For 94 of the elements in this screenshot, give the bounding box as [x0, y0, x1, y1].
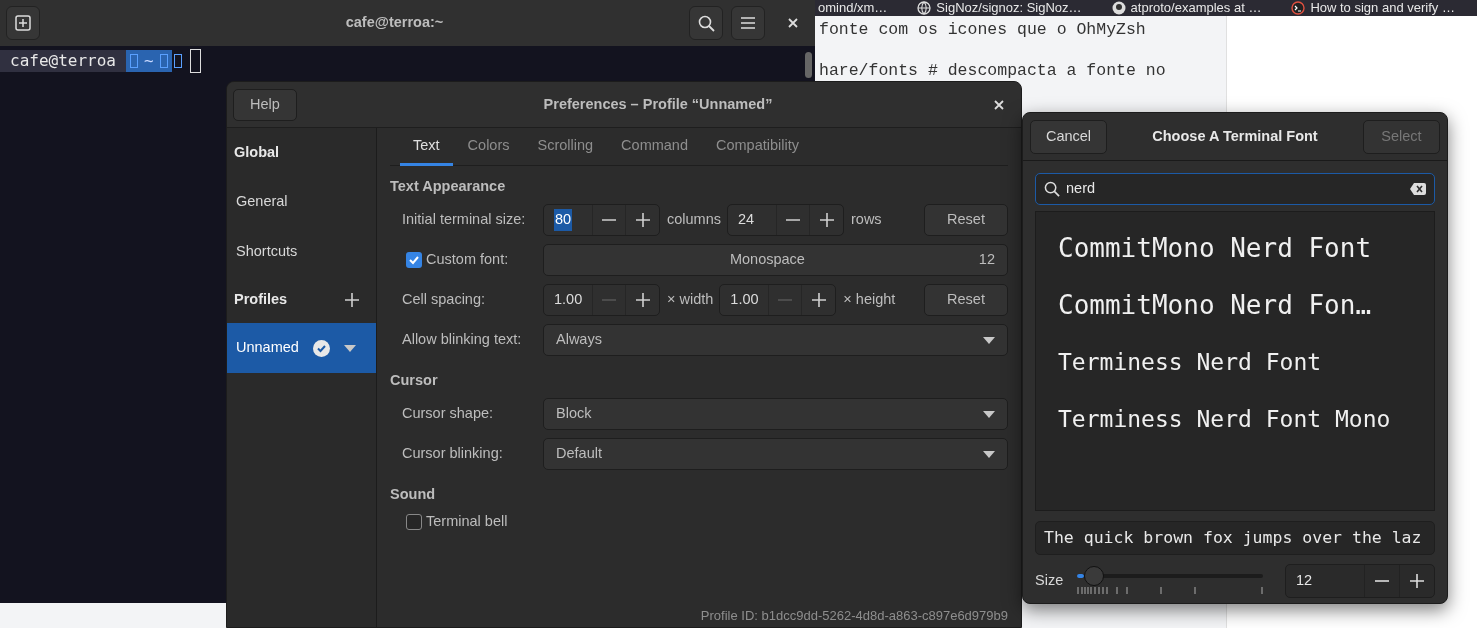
reset-button[interactable]: Reset	[924, 204, 1008, 236]
missing-glyph-icon	[159, 54, 168, 68]
minus-icon	[1374, 580, 1390, 582]
preview-field[interactable]: The quick brown fox jumps over the laz	[1035, 521, 1435, 555]
sidebar-item[interactable]: General	[227, 177, 376, 227]
menu-button[interactable]	[731, 6, 765, 40]
menu-icon	[740, 16, 756, 30]
missing-glyph-icon	[173, 54, 182, 68]
plus-icon	[634, 292, 651, 308]
spin-field[interactable]: 1.00	[719, 284, 837, 316]
section-heading: Text Appearance	[390, 177, 507, 197]
spin-value: 1.00	[554, 290, 583, 310]
spin-value: 1.00	[730, 290, 759, 310]
dropdown[interactable]: Always	[543, 324, 1008, 356]
dropdown[interactable]: Default	[543, 438, 1008, 470]
tab[interactable]: Compatibility	[703, 128, 812, 166]
field-label: Terminal bell	[426, 512, 508, 532]
field-label: Cell spacing:	[402, 291, 485, 308]
section-heading: Sound	[390, 485, 437, 505]
close-icon	[994, 99, 1004, 110]
missing-glyph-icon	[129, 54, 138, 68]
browser-tab[interactable]: How to sign and verify …	[1291, 1, 1455, 15]
unit-label: rows	[851, 210, 882, 230]
profile-item[interactable]: Unnamed	[227, 323, 376, 373]
plus-icon	[634, 212, 651, 228]
unit-label: × height	[843, 290, 896, 310]
tab[interactable]: Colors	[454, 128, 523, 166]
prompt-path: ~	[143, 50, 154, 72]
dropdown[interactable]: Block	[543, 398, 1008, 430]
font-list-item[interactable]: Terminess Nerd Font	[1036, 334, 1434, 391]
sidebar-heading: Global	[233, 143, 281, 163]
close-icon	[788, 18, 798, 28]
slider-thumb[interactable]	[1083, 566, 1104, 586]
checkbox[interactable]	[406, 252, 422, 268]
minus-icon	[601, 219, 617, 221]
code-line: hare/fonts # descompacta a fonte no	[819, 63, 1166, 79]
unit-label: columns	[667, 210, 721, 230]
profile-id: Profile ID: b1dcc9dd-5262-4d8d-a863-c897e6d979b9	[699, 606, 1008, 625]
tab[interactable]: Text	[400, 128, 453, 166]
font-picker-button[interactable]: Monospace 12	[543, 244, 1008, 276]
scrollbar	[805, 52, 812, 78]
caret-icon	[983, 450, 995, 458]
plus-icon	[818, 212, 835, 228]
font-list-item[interactable]: Terminess Nerd Font Mono	[1036, 391, 1434, 448]
search-button[interactable]	[689, 6, 723, 40]
field-label: Cursor shape:	[402, 405, 494, 422]
dialog-title: Choose A Terminal Font	[1151, 126, 1319, 146]
dialog-title: Preferences – Profile “Unnamed”	[542, 94, 774, 114]
section-heading: Cursor	[390, 371, 439, 391]
font-list-item[interactable]: CommitMono Nerd Font	[1036, 220, 1434, 277]
tab[interactable]: Command	[608, 128, 701, 166]
search-icon	[697, 14, 715, 32]
window-title: cafe@terroa:~	[344, 13, 445, 33]
search-field[interactable]: nerd	[1035, 173, 1435, 205]
check-icon	[408, 254, 420, 266]
cancel-button[interactable]: Cancel	[1030, 119, 1107, 154]
size-spin-field[interactable]: 12	[1285, 564, 1435, 598]
spin-field[interactable]: 80	[543, 204, 660, 236]
clear-icon[interactable]	[1410, 183, 1426, 195]
field-label: Custom font:	[426, 250, 509, 270]
new-tab-icon	[15, 15, 31, 31]
spin-field[interactable]: 1.00	[543, 284, 660, 316]
reset-button[interactable]: Reset	[924, 284, 1008, 316]
check-circle-icon	[312, 339, 330, 357]
browser-tab[interactable]: atproto/examples at …	[1111, 1, 1262, 15]
field-label: Cursor blinking:	[402, 445, 503, 462]
new-tab-button[interactable]	[6, 6, 40, 40]
font-list-item[interactable]: CommitMono Nerd Fon…	[1036, 277, 1434, 334]
field-label: Initial terminal size:	[402, 211, 526, 228]
text-cursor	[189, 49, 201, 73]
size-label: Size	[1035, 571, 1064, 591]
browser-tab[interactable]: omind/xm…	[818, 1, 888, 15]
add-profile-button[interactable]	[344, 292, 360, 308]
help-button[interactable]: Help	[233, 88, 297, 121]
caret-icon	[343, 344, 356, 352]
spin-value: 80	[554, 209, 573, 231]
minus-icon	[785, 219, 801, 221]
search-icon	[1044, 181, 1060, 197]
unit-label: × width	[667, 290, 714, 310]
field-label: Allow blinking text:	[402, 331, 522, 348]
tab[interactable]: Scrolling	[524, 128, 607, 166]
plus-icon	[810, 292, 827, 308]
spin-field[interactable]: 24	[727, 204, 844, 236]
checkbox[interactable]	[406, 514, 422, 530]
caret-icon	[983, 410, 995, 418]
spin-value: 24	[738, 210, 755, 230]
plus-icon	[1409, 573, 1425, 589]
caret-icon	[983, 336, 995, 344]
plus-icon	[344, 292, 360, 308]
browser-tab[interactable]: SigNoz/signoz: SigNoz…	[917, 1, 1082, 15]
sidebar-heading: Profiles	[234, 290, 288, 310]
prompt-host: cafe@terroa	[0, 50, 126, 72]
sidebar-item[interactable]: Shortcuts	[227, 227, 376, 277]
code-line: fonte com os icones que o OhMyZsh	[819, 22, 1146, 38]
